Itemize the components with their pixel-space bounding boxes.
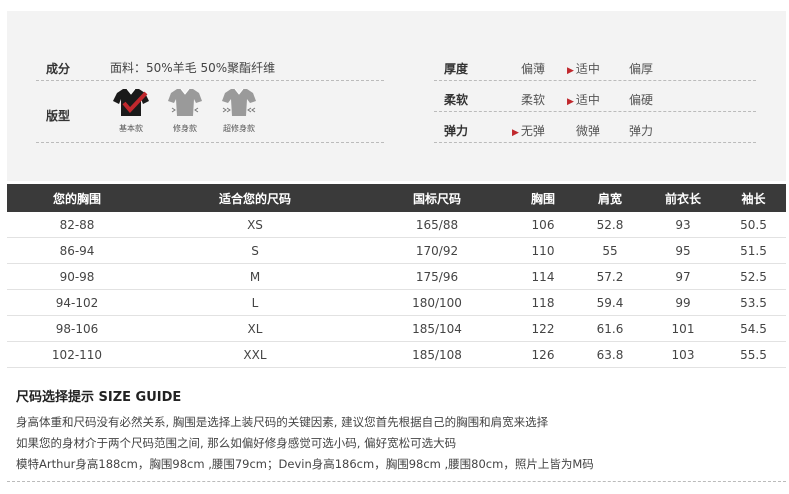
size-guide-line: 如果您的身材介于两个尺码范围之间, 那么如偏好修身感觉可选小码, 偏好宽松可选大… (16, 436, 457, 450)
divider (434, 80, 756, 81)
selected-marker-icon: ▶ (567, 66, 574, 76)
shirt-gray-slim-icon (222, 88, 256, 116)
cell: 51.5 (721, 237, 786, 264)
cell: 185/108 (363, 341, 511, 368)
cell: 82-88 (7, 212, 147, 238)
cell: 95 (645, 237, 721, 264)
cell: 52.5 (721, 263, 786, 290)
thickness-label: 厚度 (444, 62, 469, 76)
softness-label: 柔软 (444, 93, 469, 107)
elasticity-label: 弹力 (444, 124, 469, 138)
header-national-size: 国标尺码 (363, 184, 511, 212)
thickness-option: 偏厚 (629, 62, 654, 76)
header-sleeve: 袖长 (721, 184, 786, 212)
cell: 63.8 (575, 341, 645, 368)
header-chest-range: 您的胸围 (7, 184, 147, 212)
cell: 98-106 (7, 315, 147, 342)
cell: 52.8 (575, 212, 645, 238)
fit-label: 版型 (46, 109, 71, 123)
fit-option-caption: 基本款 (119, 124, 143, 133)
softness-option: 柔软 (521, 93, 546, 107)
elasticity-option: 弹力 (629, 124, 654, 138)
cell: 94-102 (7, 289, 147, 316)
cell: 126 (511, 341, 575, 368)
thickness-option-selected: ▶ 适中 (567, 62, 600, 76)
cell: 55 (575, 237, 645, 264)
cell: 53.5 (721, 289, 786, 316)
divider (36, 142, 384, 143)
cell: M (147, 263, 363, 290)
cell: 185/104 (363, 315, 511, 342)
cell: XS (147, 212, 363, 238)
size-guide-title: 尺码选择提示 SIZE GUIDE (16, 390, 182, 405)
cell: 110 (511, 237, 575, 264)
elasticity-option-selected: ▶ 无弹 (512, 124, 545, 138)
thickness-option: 偏薄 (521, 62, 546, 76)
size-guide-line: 模特Arthur身高188cm，胸围98cm ,腰围79cm；Devin身高18… (16, 457, 594, 471)
cell: XXL (147, 341, 363, 368)
table-row: 98-106 XL 185/104 122 61.6 101 54.5 (7, 315, 786, 342)
selected-marker-icon: ▶ (512, 128, 519, 138)
table-row: 94-102 L 180/100 118 59.4 99 53.5 (7, 289, 786, 316)
cell: 170/92 (363, 237, 511, 264)
fit-option-fitted[interactable]: 修身款 (165, 86, 205, 134)
shirt-black-checked-icon (113, 88, 149, 116)
cell: 55.5 (721, 341, 786, 368)
cell: 114 (511, 263, 575, 290)
cell: 101 (645, 315, 721, 342)
cell: 118 (511, 289, 575, 316)
cell: S (147, 237, 363, 264)
fit-option-slim[interactable]: 超修身款 (219, 86, 259, 134)
cell: 103 (645, 341, 721, 368)
divider (434, 111, 756, 112)
cell: 90-98 (7, 263, 147, 290)
table-row: 86-94 S 170/92 110 55 95 51.5 (7, 237, 786, 264)
composition-label: 成分 (46, 62, 71, 76)
cell: 99 (645, 289, 721, 316)
cell: L (147, 289, 363, 316)
divider (36, 80, 384, 81)
cell: 93 (645, 212, 721, 238)
header-fit-size: 适合您的尺码 (147, 184, 363, 212)
softness-option: 偏硬 (629, 93, 654, 107)
cell: 50.5 (721, 212, 786, 238)
table-row: 90-98 M 175/96 114 57.2 97 52.5 (7, 263, 786, 290)
cell: 175/96 (363, 263, 511, 290)
shirt-gray-fitted-icon (168, 88, 202, 116)
cell: 165/88 (363, 212, 511, 238)
softness-option-selected: ▶ 适中 (567, 93, 600, 107)
elasticity-option: 微弹 (576, 124, 601, 138)
table-row: 82-88 XS 165/88 106 52.8 93 50.5 (7, 212, 786, 238)
size-table-header: 您的胸围 适合您的尺码 国标尺码 胸围 肩宽 前衣长 袖长 (7, 184, 786, 212)
cell: 102-110 (7, 341, 147, 368)
fit-option-caption: 超修身款 (223, 124, 255, 133)
cell: 61.6 (575, 315, 645, 342)
header-front-length: 前衣长 (645, 184, 721, 212)
cell: 97 (645, 263, 721, 290)
size-table: 您的胸围 适合您的尺码 国标尺码 胸围 肩宽 前衣长 袖长 82-88 XS 165… (7, 184, 786, 368)
cell: 180/100 (363, 289, 511, 316)
cell: 59.4 (575, 289, 645, 316)
cell: 57.2 (575, 263, 645, 290)
selected-marker-icon: ▶ (567, 97, 574, 107)
header-chest: 胸围 (511, 184, 575, 212)
cell: 54.5 (721, 315, 786, 342)
size-guide-line: 身高体重和尺码没有必然关系, 胸围是选择上装尺码的关键因素, 建议您首先根据自己… (16, 415, 549, 429)
cell: XL (147, 315, 363, 342)
cell: 122 (511, 315, 575, 342)
divider (7, 481, 786, 482)
table-row: 102-110 XXL 185/108 126 63.8 103 55.5 (7, 341, 786, 368)
fit-option-basic[interactable]: 基本款 (111, 86, 151, 134)
header-shoulder: 肩宽 (575, 184, 645, 212)
cell: 106 (511, 212, 575, 238)
composition-value: 面料：50%羊毛 50%聚酯纤维 (110, 61, 276, 75)
fit-option-caption: 修身款 (173, 124, 197, 133)
cell: 86-94 (7, 237, 147, 264)
divider (434, 142, 756, 143)
